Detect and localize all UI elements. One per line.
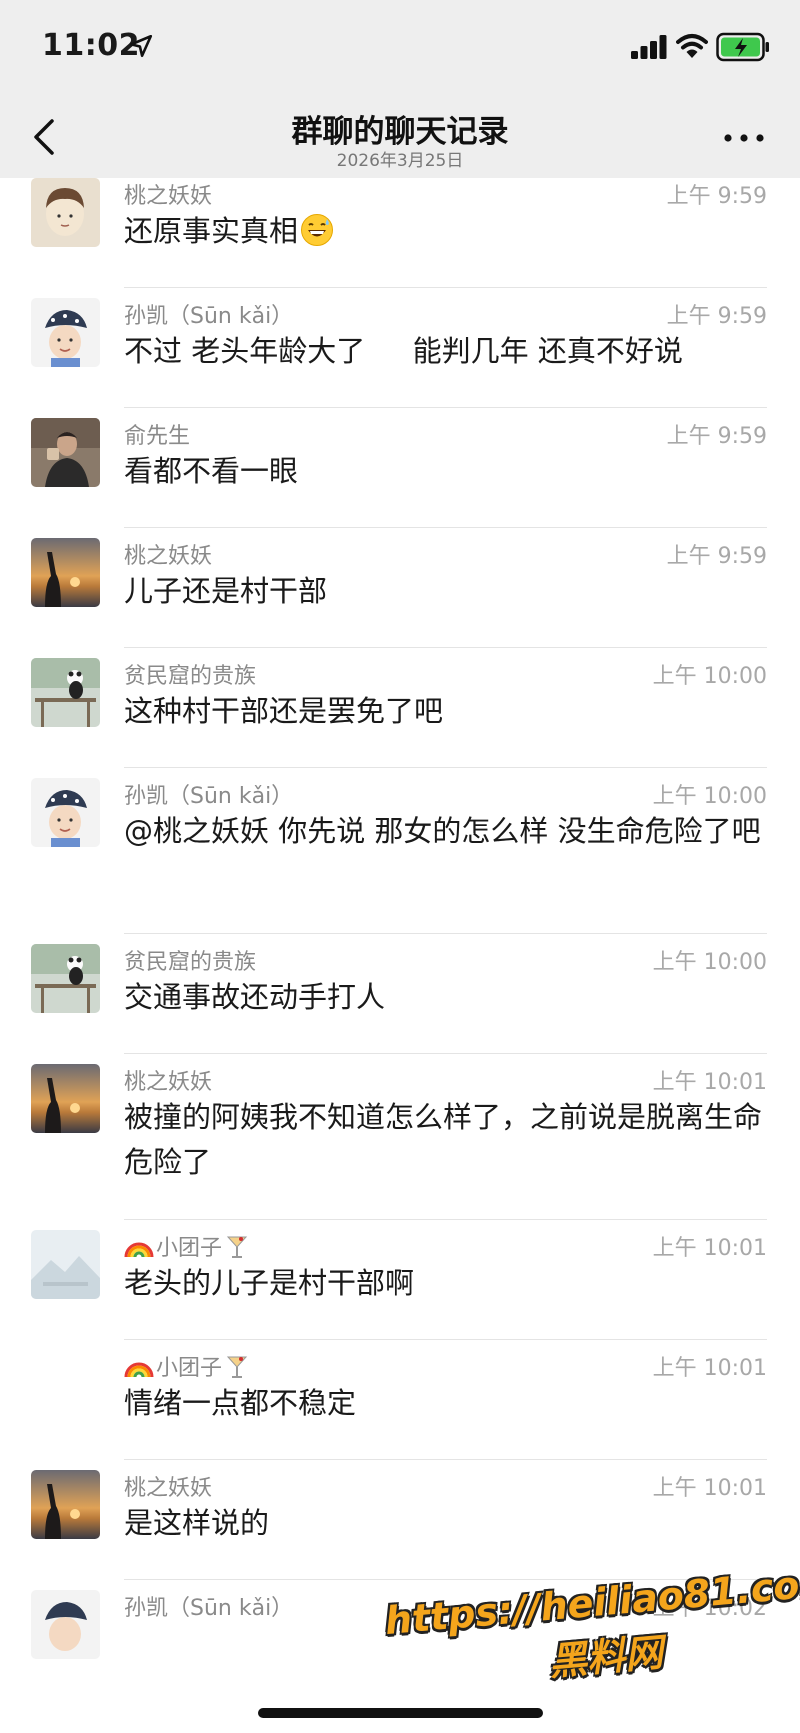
page-title: 群聊的聊天记录 [291, 114, 509, 150]
list-item[interactable]: 孙凯（Sūn kǎi） 上午 9:59 不过 老头年龄大了 能判几年 还真不好说 [0, 288, 800, 418]
home-indicator[interactable] [258, 1708, 543, 1718]
avatar[interactable] [31, 178, 100, 247]
avatar[interactable] [31, 1470, 100, 1539]
message-time: 上午 10:02 [652, 1596, 767, 1621]
avatar[interactable] [31, 1590, 100, 1659]
message-text: 这种村干部还是罢免了吧 [124, 694, 444, 728]
list-item[interactable]: 贫民窟的贵族 上午 10:00 交通事故还动手打人 [0, 934, 800, 1064]
message-time: 上午 10:00 [652, 664, 767, 689]
sender-name: 孙凯（Sūn kǎi） [124, 784, 294, 809]
avatar[interactable] [31, 418, 100, 487]
message-time: 上午 10:01 [652, 1356, 767, 1381]
message-time: 上午 9:59 [666, 424, 767, 449]
message-text: 情绪一点都不稳定 [124, 1386, 357, 1420]
message-time: 上午 9:59 [666, 304, 767, 329]
message-text: 是这样说的 [124, 1506, 270, 1540]
sender-name: 小团子 [124, 1230, 248, 1262]
rainbow-icon [124, 1242, 154, 1257]
page-subtitle: 2026年3月25日 [336, 151, 464, 171]
sender-name-text: 小团子 [156, 1356, 223, 1381]
list-item[interactable]: 桃之妖妖 上午 10:01 被撞的阿姨我不知道怎么样了，之前说是脱离生命危险了 [0, 1054, 800, 1230]
avatar[interactable] [31, 298, 100, 367]
cocktail-icon [226, 1236, 248, 1258]
list-item[interactable]: 小团子 上午 10:01 老头的儿子是村干部啊 [0, 1220, 800, 1350]
message-text: 被撞的阿姨我不知道怎么样了，之前说是脱离生命危险了 [124, 1100, 763, 1179]
sender-name: 小团子 [124, 1350, 248, 1382]
cocktail-icon [226, 1356, 248, 1378]
cellular-signal-icon [631, 35, 667, 59]
message-time: 上午 10:00 [652, 784, 767, 809]
sender-name: 桃之妖妖 [124, 184, 213, 209]
message-time: 上午 10:01 [652, 1070, 767, 1095]
avatar[interactable] [31, 1230, 100, 1299]
sender-name: 孙凯（Sūn kǎi） [124, 304, 294, 329]
list-item[interactable]: 桃之妖妖 上午 10:01 是这样说的 [0, 1460, 800, 1590]
list-item[interactable]: 桃之妖妖 上午 9:59 儿子还是村干部 [0, 528, 800, 658]
message-time: 上午 9:59 [666, 544, 767, 569]
sender-name: 桃之妖妖 [124, 544, 213, 569]
sender-name: 孙凯（Sūn kǎi） [124, 1596, 294, 1621]
list-item[interactable]: 小团子 上午 10:01 情绪一点都不稳定 [0, 1340, 800, 1470]
avatar[interactable] [31, 1064, 100, 1133]
avatar[interactable] [31, 658, 100, 727]
message-text: 看都不看一眼 [124, 454, 299, 488]
list-item[interactable]: 贫民窟的贵族 上午 10:00 这种村干部还是罢免了吧 [0, 648, 800, 778]
message-text: 不过 老头年龄大了 能判几年 还真不好说 [124, 334, 683, 368]
battery-charging-icon [716, 32, 769, 62]
message-time: 上午 10:01 [652, 1476, 767, 1501]
location-arrow-icon [129, 34, 153, 58]
message-time: 上午 9:59 [666, 184, 767, 209]
avatar[interactable] [31, 944, 100, 1013]
message-text: 老头的儿子是村干部啊 [124, 1266, 415, 1300]
message-text: 还原事实真相 [124, 209, 769, 254]
sender-name: 桃之妖妖 [124, 1070, 213, 1095]
rainbow-icon [124, 1362, 154, 1377]
sender-name: 桃之妖妖 [124, 1476, 213, 1501]
sender-name: 贫民窟的贵族 [124, 950, 257, 975]
message-text-content: 还原事实真相 [124, 214, 299, 248]
message-text: 儿子还是村干部 [124, 574, 328, 608]
sender-name: 俞先生 [124, 424, 191, 449]
message-text: 交通事故还动手打人 [124, 980, 386, 1014]
list-item[interactable]: 桃之妖妖 上午 9:59 还原事实真相 [0, 178, 800, 298]
list-item[interactable]: 孙凯（Sūn kǎi） 上午 10:00 @桃之妖妖 你先说 那女的怎么样 没生… [0, 768, 800, 944]
message-text: @桃之妖妖 你先说 那女的怎么样 没生命危险了吧 [124, 814, 761, 848]
more-options-button[interactable] [720, 124, 768, 152]
status-bar: 11:02 [0, 0, 800, 96]
grinning-sweat-emoji-icon [301, 214, 334, 246]
chat-history-list[interactable]: 桃之妖妖 上午 9:59 还原事实真相 孙凯（Sūn kǎi） 上午 9:59 … [0, 178, 800, 1733]
message-time: 上午 10:00 [652, 950, 767, 975]
status-time: 11:02 [42, 28, 140, 63]
nav-bar: 群聊的聊天记录 2026年3月25日 [0, 96, 800, 178]
message-time: 上午 10:01 [652, 1236, 767, 1261]
list-item[interactable]: 俞先生 上午 9:59 看都不看一眼 [0, 408, 800, 538]
list-item[interactable]: 孙凯（Sūn kǎi） 上午 10:02 [0, 1580, 800, 1710]
sender-name: 贫民窟的贵族 [124, 664, 257, 689]
sender-name-text: 小团子 [156, 1236, 223, 1261]
avatar[interactable] [31, 538, 100, 607]
avatar[interactable] [31, 778, 100, 847]
wifi-icon [676, 34, 708, 58]
